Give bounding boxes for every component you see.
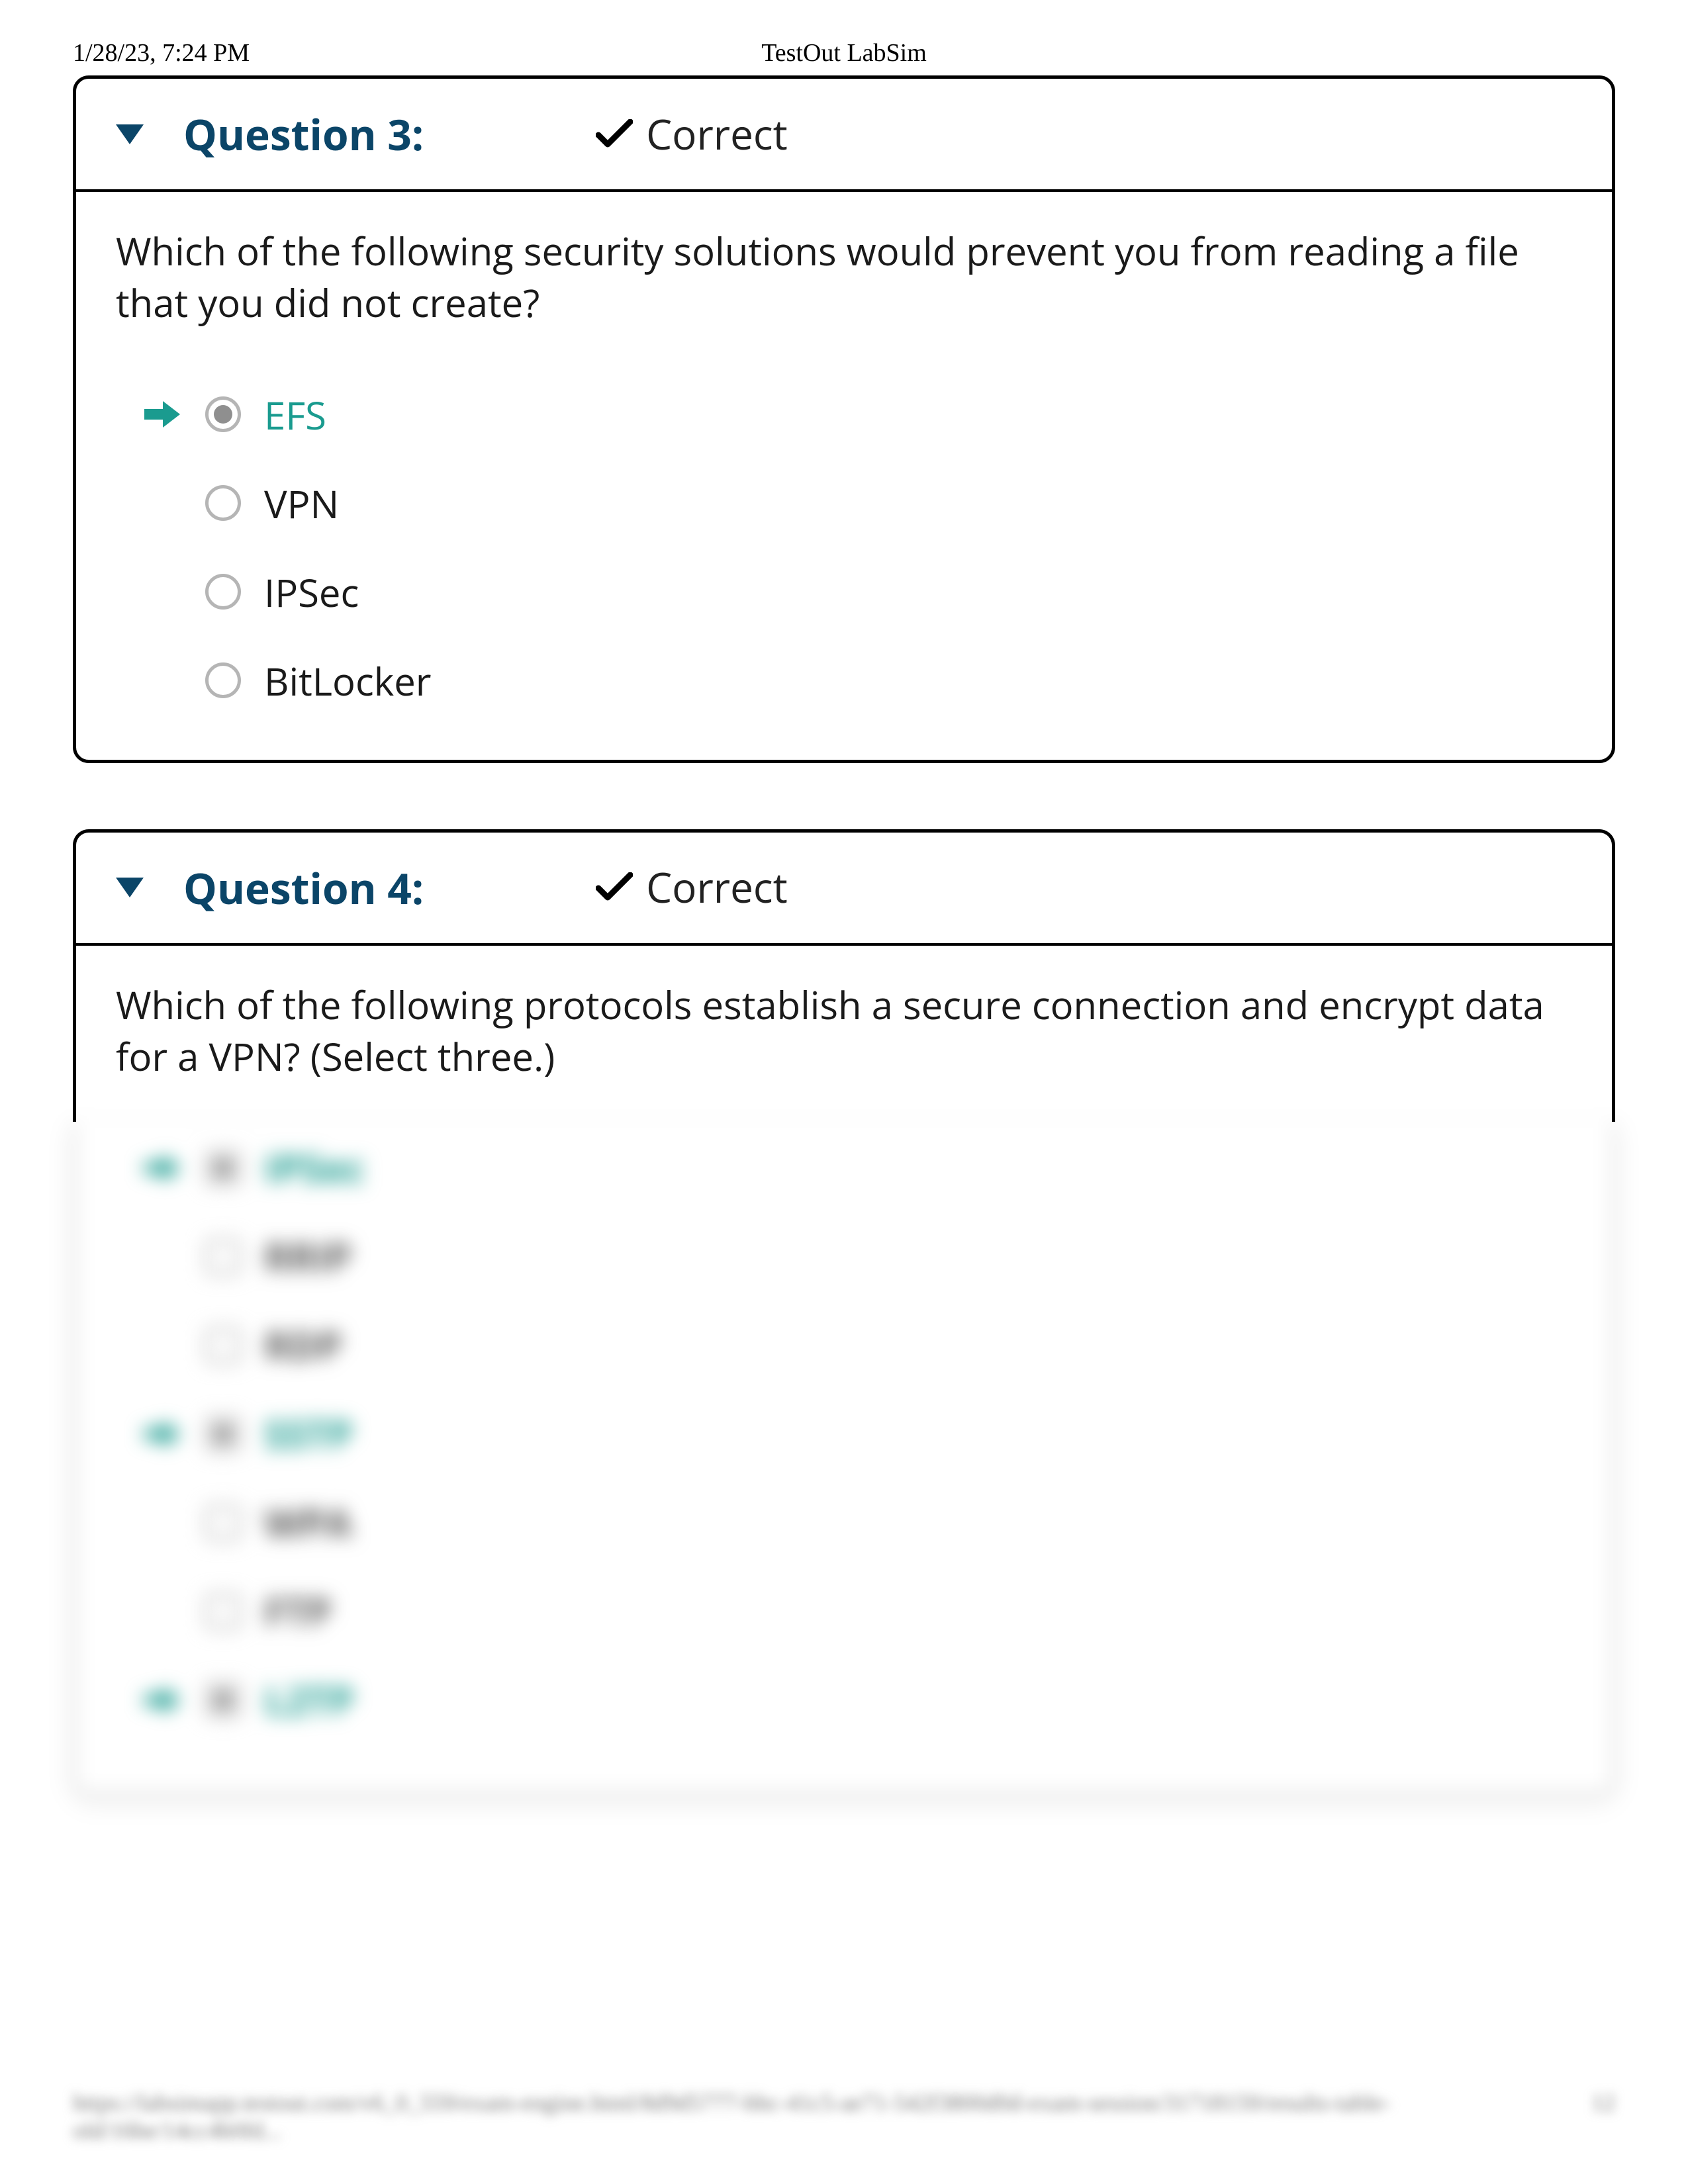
check-icon bbox=[596, 119, 633, 150]
question-4-option-4: WPA bbox=[142, 1496, 1572, 1549]
question-3-title: Question 3: bbox=[183, 105, 424, 163]
radio-selected-icon bbox=[205, 396, 241, 432]
option-label: WPA bbox=[264, 1496, 352, 1549]
print-footer: https://labsimapp.testout.com/v6_0_559/e… bbox=[73, 2089, 1615, 2144]
question-4-title: Question 4: bbox=[183, 859, 424, 917]
question-4-option-0: IPSec bbox=[142, 1142, 1572, 1194]
question-4-option-6: L2TP bbox=[142, 1674, 1572, 1726]
option-label: L2TP bbox=[264, 1674, 354, 1726]
radio-icon bbox=[205, 485, 241, 521]
arrow-right-icon bbox=[142, 400, 182, 429]
question-4-prompt: Which of the following protocols establi… bbox=[116, 979, 1572, 1083]
option-label: RRIP bbox=[264, 1230, 352, 1283]
question-4-option-2: RDP bbox=[142, 1319, 1572, 1371]
option-label: BitLocker bbox=[264, 655, 431, 707]
question-3-option-2[interactable]: IPSec bbox=[142, 566, 1572, 618]
chevron-down-icon bbox=[116, 878, 144, 897]
question-3-header[interactable]: Question 3: Correct bbox=[76, 79, 1612, 192]
option-label: SSTP bbox=[264, 1408, 353, 1460]
question-3-status: Correct bbox=[646, 107, 788, 162]
question-4-header[interactable]: Question 4: Correct bbox=[76, 833, 1612, 946]
option-label: IPSec bbox=[264, 566, 359, 618]
checkbox-icon bbox=[205, 1328, 241, 1363]
question-3-option-1[interactable]: VPN bbox=[142, 477, 1572, 529]
option-label: IPSec bbox=[264, 1142, 365, 1194]
checkbox-icon bbox=[205, 1239, 241, 1275]
question-3-option-0[interactable]: EFS bbox=[142, 388, 1572, 441]
question-3-prompt: Which of the following security solution… bbox=[116, 225, 1572, 329]
question-4-option-3: SSTP bbox=[142, 1408, 1572, 1460]
checkbox-selected-icon bbox=[205, 1416, 241, 1452]
question-4-status: Correct bbox=[646, 860, 788, 915]
radio-icon bbox=[205, 574, 241, 610]
blurred-preview-region: IPSec RRIP RDP SSTP bbox=[73, 1122, 1615, 1796]
question-3-box: Question 3: Correct Which of the followi… bbox=[73, 75, 1615, 763]
question-4-box: Question 4: Correct Which of the followi… bbox=[73, 829, 1615, 1122]
option-label: RDP bbox=[264, 1319, 342, 1371]
footer-url: https://labsimapp.testout.com/v6_0_559/e… bbox=[73, 2089, 1591, 2144]
checkbox-selected-icon bbox=[205, 1682, 241, 1718]
print-timestamp: 1/28/23, 7:24 PM bbox=[73, 38, 250, 68]
option-label: FTP bbox=[264, 1585, 332, 1637]
option-label: EFS bbox=[264, 388, 326, 441]
page-title: TestOut LabSim bbox=[761, 38, 927, 68]
chevron-down-icon bbox=[116, 124, 144, 144]
question-4-option-5: FTP bbox=[142, 1585, 1572, 1637]
check-icon bbox=[596, 872, 633, 903]
checkbox-icon bbox=[205, 1594, 241, 1629]
checkbox-icon bbox=[205, 1505, 241, 1541]
option-label: VPN bbox=[264, 477, 339, 529]
radio-icon bbox=[205, 662, 241, 698]
footer-page-number: 12 bbox=[1591, 2089, 1615, 2144]
checkbox-selected-icon bbox=[205, 1150, 241, 1186]
question-3-option-3[interactable]: BitLocker bbox=[142, 655, 1572, 707]
question-4-option-1: RRIP bbox=[142, 1230, 1572, 1283]
